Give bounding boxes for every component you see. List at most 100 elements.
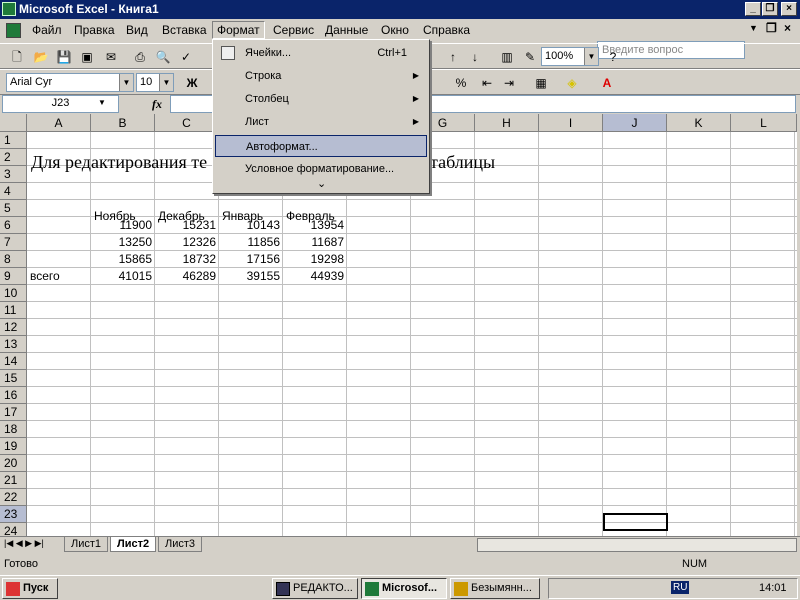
print-icon[interactable]: ⎙	[131, 48, 149, 66]
menu-help[interactable]: Справка	[423, 23, 470, 37]
minimize-button[interactable]: _	[745, 2, 761, 16]
chart-wizard-icon[interactable]: ▥	[498, 48, 516, 66]
menu-edit[interactable]: Правка	[74, 23, 115, 37]
value-cell[interactable]: 11687	[286, 234, 344, 251]
row-header[interactable]: 2	[0, 149, 27, 166]
tab-sheet2[interactable]: Лист2	[110, 537, 157, 552]
row-header[interactable]: 9	[0, 268, 27, 285]
value-cell[interactable]: 11900	[94, 217, 152, 234]
namebox-dropdown-icon[interactable]: ▼	[98, 98, 106, 107]
indent-icon[interactable]: ⇥	[500, 74, 518, 92]
row-header[interactable]: 17	[0, 404, 27, 421]
selected-cell-j23[interactable]	[603, 513, 668, 531]
menu-tools[interactable]: Сервис	[273, 23, 314, 37]
row-header[interactable]: 15	[0, 370, 27, 387]
zoom-select[interactable]: 100% ▼	[541, 47, 599, 66]
row-header[interactable]: 21	[0, 472, 27, 489]
doc-close-icon[interactable]: ×	[784, 21, 791, 35]
permission-icon[interactable]: ▣	[78, 48, 96, 66]
row-header[interactable]: 8	[0, 251, 27, 268]
taskbar-paint-button[interactable]: Безымянн...	[450, 578, 540, 599]
tab-nav-icon[interactable]: |◀ ◀ ▶ ▶|	[4, 538, 44, 549]
menu-item-cells[interactable]: Ячейки... Ctrl+1	[215, 42, 427, 64]
column-header[interactable]: L	[731, 114, 797, 132]
row-header[interactable]: 20	[0, 455, 27, 472]
column-header[interactable]: A	[27, 114, 91, 132]
column-header[interactable]: C	[155, 114, 219, 132]
value-cell[interactable]: 13954	[286, 217, 344, 234]
menu-item-column[interactable]: Столбец ▶	[215, 88, 427, 110]
menu-window[interactable]: Окно	[381, 23, 409, 37]
row-header[interactable]: 19	[0, 438, 27, 455]
menu-view[interactable]: Вид	[126, 23, 148, 37]
row-header[interactable]: 14	[0, 353, 27, 370]
taskbar-word-button[interactable]: РЕДАКТО...	[272, 578, 358, 599]
restore-button[interactable]: ❐	[762, 2, 778, 16]
borders-icon[interactable]: ▦	[532, 74, 550, 92]
row-header[interactable]: 18	[0, 421, 27, 438]
value-cell[interactable]: 11856	[222, 234, 280, 251]
font-color-icon[interactable]: A	[598, 74, 616, 92]
column-header[interactable]: I	[539, 114, 603, 132]
row-header[interactable]: 5	[0, 200, 27, 217]
tab-sheet1[interactable]: Лист1	[64, 537, 109, 552]
row-header[interactable]: 12	[0, 319, 27, 336]
row-label-cell[interactable]	[30, 251, 88, 268]
row-header[interactable]: 4	[0, 183, 27, 200]
menu-format[interactable]: Формат	[212, 21, 265, 39]
value-cell[interactable]: 12326	[158, 234, 216, 251]
row-header[interactable]: 16	[0, 387, 27, 404]
drawing-icon[interactable]: ✎	[521, 48, 539, 66]
row-header[interactable]: 24	[0, 523, 27, 536]
save-icon[interactable]: 💾	[55, 48, 73, 66]
open-icon[interactable]: 📂	[32, 48, 50, 66]
column-header[interactable]: J	[603, 114, 667, 132]
value-cell[interactable]: 41015	[94, 268, 152, 285]
ask-dropdown-icon[interactable]: ▼	[749, 23, 758, 33]
help-icon[interactable]: ?	[604, 48, 622, 66]
value-cell[interactable]: 17156	[222, 251, 280, 268]
column-header[interactable]: H	[475, 114, 539, 132]
row-header[interactable]: 6	[0, 217, 27, 234]
percent-icon[interactable]: %	[452, 74, 470, 92]
new-icon[interactable]: 🗋	[8, 48, 26, 66]
horizontal-scrollbar[interactable]	[477, 538, 797, 552]
value-cell[interactable]: 10143	[222, 217, 280, 234]
tab-sheet3[interactable]: Лист3	[158, 537, 203, 552]
document-icon[interactable]	[6, 23, 21, 38]
value-cell[interactable]: 18732	[158, 251, 216, 268]
menu-expand-icon[interactable]: ⌄	[317, 177, 326, 190]
doc-restore-icon[interactable]: ❐	[766, 21, 777, 35]
menu-file[interactable]: Файл	[32, 23, 62, 37]
preview-icon[interactable]: 🔍	[154, 48, 172, 66]
value-cell[interactable]: 39155	[222, 268, 280, 285]
menu-item-sheet[interactable]: Лист ▶	[215, 111, 427, 133]
row-header[interactable]: 11	[0, 302, 27, 319]
row-header[interactable]: 23	[0, 506, 27, 523]
sort-desc-icon[interactable]: ↓	[466, 48, 484, 66]
language-indicator[interactable]: RU	[671, 581, 690, 594]
select-all-corner[interactable]	[0, 114, 27, 132]
excel-icon[interactable]	[2, 2, 16, 16]
column-header[interactable]: K	[667, 114, 731, 132]
font-select[interactable]: Arial Cyr ▼	[6, 73, 134, 92]
email-icon[interactable]: ✉	[102, 48, 120, 66]
value-cell[interactable]: 19298	[286, 251, 344, 268]
value-cell[interactable]: 15231	[158, 217, 216, 234]
row-label-cell[interactable]	[30, 234, 88, 251]
spelling-icon[interactable]: ✓	[177, 48, 195, 66]
fx-icon[interactable]: fx	[152, 97, 162, 112]
menu-insert[interactable]: Вставка	[162, 23, 207, 37]
value-cell[interactable]: 15865	[94, 251, 152, 268]
menu-data[interactable]: Данные	[325, 23, 368, 37]
outdent-icon[interactable]: ⇤	[478, 74, 496, 92]
fill-color-icon[interactable]: ◈	[563, 74, 581, 92]
start-button[interactable]: Пуск	[2, 578, 58, 599]
size-select[interactable]: 10 ▼	[136, 73, 174, 92]
row-header[interactable]: 7	[0, 234, 27, 251]
value-cell[interactable]: 46289	[158, 268, 216, 285]
column-header[interactable]: B	[91, 114, 155, 132]
value-cell[interactable]: 13250	[94, 234, 152, 251]
close-button[interactable]: ×	[781, 2, 797, 16]
row-label-cell[interactable]	[30, 217, 88, 234]
